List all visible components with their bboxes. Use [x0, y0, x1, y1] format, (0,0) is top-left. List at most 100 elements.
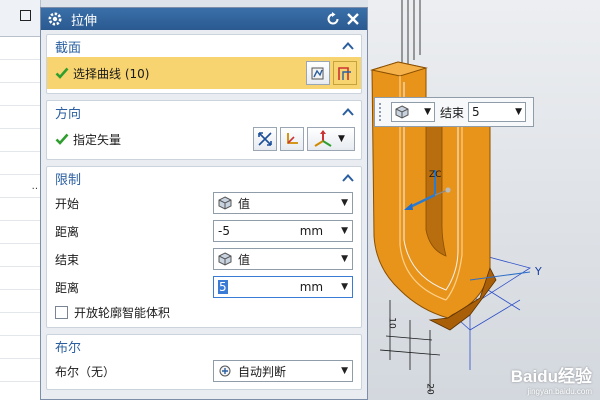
boolean-header[interactable]: 布尔	[47, 335, 361, 357]
curve-select-button[interactable]	[333, 61, 357, 85]
value-cube-icon	[218, 196, 232, 210]
start-distance-input[interactable]: -5 mm ▼	[213, 220, 353, 242]
dimension-20-label: 20	[424, 383, 435, 395]
check-icon	[55, 133, 69, 145]
specify-vector-label: 指定矢量	[73, 132, 122, 147]
watermark-url: jingyan.baidu.com	[527, 387, 592, 396]
background-window-header	[0, 0, 40, 37]
dimension-10-label: 10	[386, 317, 397, 329]
open-profile-label: 开放轮廓智能体积	[74, 305, 171, 320]
background-list-row	[0, 152, 40, 175]
graphics-viewport[interactable]: ZC Y 10 20 Baidu经验 jingyan.baidu.com	[368, 0, 600, 400]
background-list-row	[0, 106, 40, 129]
specify-vector-row[interactable]: 指定矢量 ▼	[55, 123, 355, 155]
dialog-title: 拉伸	[71, 13, 98, 29]
background-list-row	[0, 267, 40, 290]
chevron-up-icon[interactable]	[342, 173, 354, 183]
background-list-row	[0, 198, 40, 221]
section-header[interactable]: 截面	[47, 35, 361, 57]
chevron-down-icon: ▼	[341, 226, 348, 236]
axis-zc-label: ZC	[429, 170, 442, 180]
vector-dialog-button[interactable]	[280, 127, 304, 151]
vector-csys-icon	[314, 130, 332, 147]
sketch-section-button[interactable]	[306, 61, 330, 85]
end-type-select[interactable]: 值 ▼	[213, 248, 353, 270]
end-distance-label: 距离	[55, 280, 80, 295]
background-list-row	[0, 83, 40, 106]
reverse-direction-icon	[258, 132, 272, 146]
direction-header[interactable]: 方向	[47, 101, 361, 123]
end-distance-input[interactable]: 5 mm ▼	[213, 276, 353, 298]
end-distance-value: 5	[218, 280, 228, 294]
start-label: 开始	[55, 196, 80, 211]
curve-select-icon	[338, 67, 351, 80]
chevron-down-icon: ▼	[341, 282, 348, 292]
start-distance-row: 距离 -5 mm ▼	[55, 217, 355, 245]
background-list-row	[0, 221, 40, 244]
background-list-row: ..	[0, 175, 40, 198]
extrude-preview-model	[370, 0, 531, 392]
background-list-row	[0, 37, 40, 60]
onscreen-type-select[interactable]: ▼	[391, 102, 435, 122]
value-cube-icon	[395, 105, 409, 119]
onscreen-input-bar: ▼ 结束 5 ▼	[374, 97, 534, 127]
direction-label: 方向	[55, 106, 82, 122]
start-distance-unit: mm	[299, 224, 324, 238]
onscreen-end-input[interactable]: 5 ▼	[468, 102, 527, 122]
select-curve-row[interactable]: 选择曲线 (10)	[47, 57, 361, 89]
background-window-strip: ..	[0, 0, 41, 400]
chevron-up-icon[interactable]	[342, 41, 354, 51]
limits-header[interactable]: 限制	[47, 167, 361, 189]
chevron-down-icon: ▼	[424, 107, 431, 117]
start-distance-label: 距离	[55, 224, 80, 239]
boolean-op-value: 自动判断	[238, 364, 287, 379]
ellipsis-marker: ..	[31, 181, 38, 192]
boolean-label: 布尔	[55, 340, 82, 356]
drag-handle[interactable]	[379, 103, 385, 121]
extrude-dialog: 拉伸 截面 选择曲线 (10) 方向 指定矢量 ▼ 限制 开始 值 ▼ 距离 -…	[40, 7, 368, 400]
chevron-up-icon[interactable]	[342, 107, 354, 117]
axis-y-label: Y	[535, 265, 542, 278]
background-list-row	[0, 129, 40, 152]
start-distance-value: -5	[218, 224, 230, 238]
maximize-icon[interactable]	[20, 10, 31, 21]
boolean-op-label: 布尔（无）	[55, 364, 116, 379]
end-type-value: 值	[238, 252, 251, 267]
background-list-row	[0, 359, 40, 382]
background-list-row	[0, 60, 40, 83]
section-label: 截面	[55, 40, 82, 56]
chevron-down-icon: ▼	[338, 134, 345, 144]
limits-panel: 限制 开始 值 ▼ 距离 -5 mm ▼ 结束 值 ▼ 距离 5 mm ▼ 开放…	[46, 166, 362, 328]
onscreen-end-label: 结束	[440, 105, 465, 120]
background-list-row	[0, 290, 40, 313]
chevron-down-icon: ▼	[341, 198, 348, 208]
background-list-row	[0, 244, 40, 267]
gear-icon[interactable]	[47, 11, 63, 27]
chevron-down-icon: ▼	[341, 366, 348, 376]
boolean-op-select[interactable]: 自动判断 ▼	[213, 360, 353, 382]
open-profile-row[interactable]: 开放轮廓智能体积	[55, 301, 355, 323]
onscreen-end-value: 5	[472, 105, 480, 119]
boolean-row: 布尔（无） 自动判断 ▼	[55, 357, 355, 385]
dialog-titlebar: 拉伸	[41, 8, 367, 30]
close-icon[interactable]	[345, 11, 361, 27]
chevron-down-icon: ▼	[341, 254, 348, 264]
sketch-section-icon	[311, 67, 324, 80]
reverse-direction-button[interactable]	[253, 127, 277, 151]
section-panel: 截面 选择曲线 (10)	[46, 34, 362, 94]
end-distance-row: 距离 5 mm ▼	[55, 273, 355, 301]
start-type-value: 值	[238, 196, 251, 211]
limits-label: 限制	[55, 172, 82, 188]
end-distance-unit: mm	[299, 280, 324, 294]
value-cube-icon	[218, 252, 232, 266]
open-profile-checkbox[interactable]	[55, 305, 68, 319]
direction-panel: 方向 指定矢量 ▼	[46, 100, 362, 160]
watermark: Baidu经验 jingyan.baidu.com	[511, 362, 592, 396]
reset-icon[interactable]	[325, 11, 341, 27]
end-row: 结束 值 ▼	[55, 245, 355, 273]
start-type-select[interactable]: 值 ▼	[213, 192, 353, 214]
background-list-row	[0, 313, 40, 336]
chevron-down-icon: ▼	[515, 107, 523, 117]
vector-type-dropdown[interactable]: ▼	[307, 127, 355, 151]
end-label: 结束	[55, 252, 80, 267]
